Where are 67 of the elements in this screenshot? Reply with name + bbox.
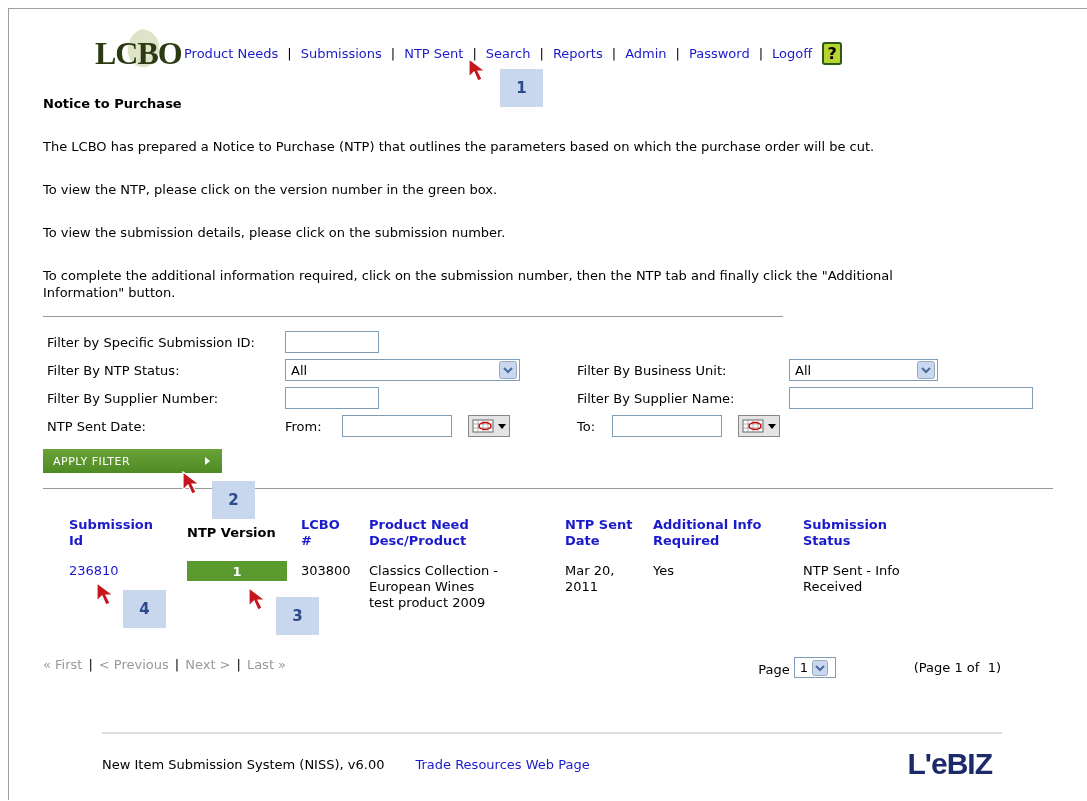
apply-filter-button[interactable]: APPLY FILTER — [43, 449, 222, 473]
table-cell-text: NTP Sent - Info Received — [803, 563, 901, 595]
nav-link[interactable]: Product Needs — [184, 45, 279, 61]
table-cell-text: Yes — [653, 563, 675, 579]
column-header-link[interactable]: Additional Info Required — [653, 517, 788, 549]
paragraph: To view the NTP, please click on the version number in the green box. — [43, 181, 499, 198]
submission-link[interactable]: 236810 — [69, 563, 119, 579]
paragraph: The LCBO has prepared a Notice to Purchase (NTP) that outlines the parameters based on which the purchase order will be cut. — [43, 138, 876, 155]
nav-separator: | — [539, 45, 544, 61]
field-label: From: — [285, 418, 322, 434]
filter-label: Filter By Business Unit: — [577, 362, 728, 378]
nav-link[interactable]: Reports — [552, 45, 603, 61]
nav-link[interactable]: Password — [688, 45, 750, 61]
text-field[interactable] — [285, 331, 379, 353]
pager-separator: | — [88, 657, 93, 672]
table-cell-text: Mar 20, 2011 — [565, 563, 616, 595]
column-header-link[interactable]: NTP Sent Date — [565, 517, 645, 549]
table-cell-text: test product 2009 — [369, 595, 487, 611]
calendar-button-icon[interactable] — [738, 415, 781, 437]
nav-link[interactable]: NTP Sent — [404, 45, 464, 61]
nav-separator: | — [287, 45, 292, 61]
nav-link[interactable]: Logoff — [772, 45, 813, 61]
page-dropdown[interactable]: 1 — [793, 657, 836, 678]
step-number: 1 — [500, 69, 543, 107]
paragraph: To complete the additional information required, click on the submission number, then the NTP tab and finally click the "Additional Information" button. — [43, 267, 894, 301]
paragraph: To view the submission details, please click on the submission number. — [43, 224, 507, 241]
dropdown[interactable]: All — [789, 359, 938, 381]
calendar-button-icon[interactable] — [467, 415, 510, 437]
arrow-right-icon — [205, 457, 210, 465]
text-field[interactable] — [789, 387, 1033, 409]
column-header-link[interactable]: LCBO # — [301, 517, 341, 549]
page-label: Page — [758, 661, 790, 677]
help-button[interactable]: ? — [822, 41, 843, 65]
lcbo-logo: LCBO — [95, 31, 185, 75]
nav-separator: | — [472, 45, 477, 61]
nav-separator: | — [675, 45, 680, 61]
footer-text: New Item Submission System (NISS), v6.00 — [102, 756, 385, 772]
page-summary: (Page 1 of 1) — [913, 660, 1001, 675]
column-header-link[interactable]: Product Need Desc/Product — [369, 517, 494, 549]
field-label: To: — [577, 418, 596, 434]
step-number: 3 — [276, 597, 319, 635]
date-field[interactable] — [612, 415, 723, 437]
text-field[interactable] — [285, 387, 379, 409]
nav-separator: | — [611, 45, 617, 61]
filter-label: NTP Sent Date: — [47, 418, 147, 434]
filter-label: Filter By Supplier Number: — [47, 390, 220, 406]
nav-link[interactable]: Search — [485, 45, 531, 61]
nav-link[interactable]: Admin — [625, 45, 667, 61]
date-field[interactable] — [341, 415, 452, 437]
filter-label: Filter By NTP Status: — [47, 362, 181, 378]
lebiz-logo: L'eBIZ — [907, 747, 992, 781]
column-header-link[interactable]: Submission Status — [803, 517, 903, 549]
trade-resources-link[interactable]: Trade Resources Web Page — [415, 756, 590, 772]
filter-label: Filter By Supplier Name: — [577, 390, 736, 406]
pager-separator: | — [236, 657, 241, 672]
page-title: Notice to Purchase — [43, 96, 183, 111]
nav-separator: | — [758, 45, 764, 61]
filter-label: Filter by Specific Submission ID: — [47, 334, 256, 350]
nav-separator: | — [390, 45, 396, 61]
step-number: 4 — [123, 590, 166, 628]
column-header: NTP Version — [187, 525, 276, 541]
dropdown[interactable]: All — [285, 359, 520, 381]
step-number: 2 — [212, 481, 255, 519]
nav-link[interactable]: Submissions — [300, 45, 382, 61]
table-cell-text: 303800 — [301, 563, 352, 579]
column-header-link[interactable]: Submission Id — [69, 517, 169, 549]
pager-separator: | — [174, 657, 180, 672]
